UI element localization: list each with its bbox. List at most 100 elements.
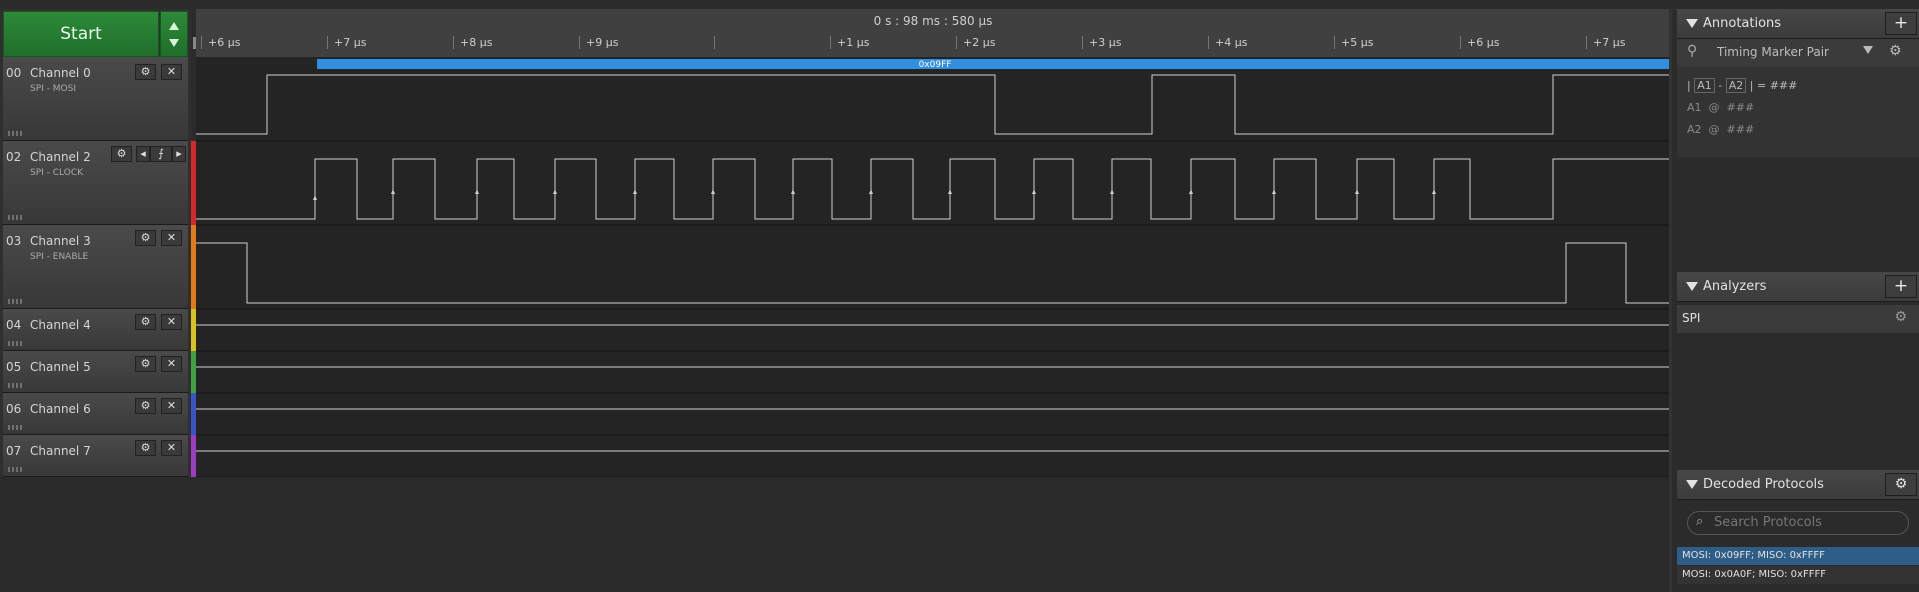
decoded-protocols-title: Decoded Protocols bbox=[1703, 477, 1824, 492]
channel-row-6[interactable]: 06 Channel 6 ⚙ ✕ bbox=[3, 393, 188, 435]
channel-row-4[interactable]: 04 Channel 4 ⚙ ✕ bbox=[3, 309, 188, 351]
channel-row-5[interactable]: 05 Channel 5 ⚙ ✕ bbox=[3, 351, 188, 393]
start-button[interactable]: Start bbox=[3, 11, 159, 57]
tick-mark bbox=[830, 36, 831, 49]
decoded-row[interactable]: MOSI: 0x0A0F; MISO: 0xFFFF bbox=[1677, 566, 1919, 584]
drag-handle-icon[interactable] bbox=[8, 215, 22, 220]
close-icon[interactable]: ✕ bbox=[161, 356, 182, 372]
channel-row-0[interactable]: 00 Channel 0 SPI - MOSI ⚙ ✕ bbox=[3, 57, 188, 141]
pin-icon[interactable]: ⚲ bbox=[1687, 43, 1697, 59]
gear-icon[interactable]: ⚙ bbox=[111, 146, 132, 162]
channel-name[interactable]: Channel 0 bbox=[30, 66, 91, 80]
delta-value: = ### bbox=[1756, 79, 1798, 92]
search-protocols-input[interactable] bbox=[1714, 515, 1894, 530]
minus: - bbox=[1718, 79, 1723, 92]
channel-number: 00 bbox=[6, 66, 22, 80]
channel-name[interactable]: Channel 3 bbox=[30, 234, 91, 248]
gear-icon[interactable]: ⚙ bbox=[135, 356, 156, 372]
annotations-header[interactable]: Annotations + bbox=[1677, 9, 1919, 39]
start-options-button[interactable] bbox=[160, 11, 188, 57]
gear-icon[interactable]: ⚙ bbox=[135, 230, 156, 246]
channel-row-7[interactable]: 07 Channel 7 ⚙ ✕ bbox=[3, 435, 188, 477]
gear-icon[interactable]: ⚙ bbox=[135, 440, 156, 456]
decoded-row-selected[interactable]: MOSI: 0x09FF; MISO: 0xFFFF bbox=[1677, 547, 1919, 565]
gear-icon[interactable]: ⚙ bbox=[135, 398, 156, 414]
channel-0-waveform bbox=[196, 74, 1670, 135]
a2-line: A2 @ ### bbox=[1687, 123, 1754, 136]
drag-handle-icon[interactable] bbox=[8, 467, 22, 472]
scroll-handle[interactable] bbox=[193, 37, 196, 49]
decoded-settings-button[interactable]: ⚙ bbox=[1885, 473, 1917, 496]
plus-icon: + bbox=[1893, 276, 1909, 296]
a1-chip[interactable]: A1 bbox=[1694, 78, 1715, 93]
channel-number: 05 bbox=[6, 360, 22, 374]
waveform-canvas[interactable]: 0x09FF bbox=[196, 57, 1673, 478]
decoded-protocols-header[interactable]: Decoded Protocols ⚙ bbox=[1677, 470, 1919, 500]
tick-label: +9 µs bbox=[586, 36, 619, 49]
close-icon[interactable]: ✕ bbox=[161, 398, 182, 414]
channel-name[interactable]: Channel 4 bbox=[30, 318, 91, 332]
empty-channel-area bbox=[0, 477, 1670, 592]
channel-name[interactable]: Channel 5 bbox=[30, 360, 91, 374]
add-analyzer-button[interactable]: + bbox=[1885, 275, 1917, 298]
bar-left: | bbox=[1687, 79, 1691, 92]
channel-analyzer-label: SPI - ENABLE bbox=[30, 252, 89, 262]
at-sign: @ bbox=[1708, 123, 1720, 136]
gear-icon[interactable]: ⚙ bbox=[1889, 43, 1902, 59]
channel-name[interactable]: Channel 7 bbox=[30, 444, 91, 458]
search-protocols-box[interactable]: ⌕ bbox=[1687, 511, 1909, 535]
close-icon[interactable]: ✕ bbox=[161, 230, 182, 246]
drag-handle-icon[interactable] bbox=[8, 383, 22, 388]
dropdown-arrow-icon[interactable] bbox=[1863, 46, 1873, 54]
trigger-next-icon[interactable]: ▸ bbox=[172, 146, 186, 162]
close-icon[interactable]: ✕ bbox=[161, 64, 182, 80]
time-ruler[interactable]: 0 s : 98 ms : 580 µs +6 µs +7 µs +8 µs +… bbox=[196, 9, 1670, 57]
timing-marker-pair-row[interactable]: ⚲ Timing Marker Pair ⚙ bbox=[1677, 39, 1919, 67]
gear-icon[interactable]: ⚙ bbox=[135, 64, 156, 80]
tick-mark bbox=[1460, 36, 1461, 49]
channel-analyzer-label: SPI - MOSI bbox=[30, 84, 76, 94]
a1-line: A1 @ ### bbox=[1687, 101, 1754, 114]
drag-handle-icon[interactable] bbox=[8, 425, 22, 430]
trigger-prev-icon[interactable]: ◂ bbox=[136, 146, 150, 162]
tick-label: +5 µs bbox=[1341, 36, 1374, 49]
tick-mark bbox=[579, 36, 580, 49]
collapse-arrow-icon[interactable] bbox=[1686, 480, 1698, 489]
timing-marker-pair-label: Timing Marker Pair bbox=[1717, 45, 1829, 59]
channel-number: 07 bbox=[6, 444, 22, 458]
collapse-arrow-icon[interactable] bbox=[1686, 19, 1698, 28]
channel-row-2[interactable]: 02 Channel 2 SPI - CLOCK ⚙ ◂ ⨍ ▸ bbox=[3, 141, 188, 225]
waveform-area[interactable]: 0x09FF bbox=[196, 57, 1673, 478]
collapse-arrow-icon[interactable] bbox=[1686, 282, 1698, 291]
close-icon[interactable]: ✕ bbox=[161, 440, 182, 456]
tick-label: +7 µs bbox=[1593, 36, 1626, 49]
add-annotation-button[interactable]: + bbox=[1885, 12, 1917, 35]
vertical-scrollbar[interactable] bbox=[1669, 9, 1672, 592]
tick-label: +4 µs bbox=[1215, 36, 1248, 49]
annotations-body: ⚲ Timing Marker Pair ⚙ | A1 - A2 | = ###… bbox=[1677, 39, 1919, 157]
gear-icon[interactable]: ⚙ bbox=[135, 314, 156, 330]
analyzer-item-spi[interactable]: SPI ⚙ bbox=[1677, 305, 1919, 333]
drag-handle-icon[interactable] bbox=[8, 299, 22, 304]
drag-handle-icon[interactable] bbox=[8, 131, 22, 136]
channel-number: 04 bbox=[6, 318, 22, 332]
close-icon[interactable]: ✕ bbox=[161, 314, 182, 330]
a2-value: ### bbox=[1726, 123, 1755, 136]
analyzers-header[interactable]: Analyzers + bbox=[1677, 272, 1919, 302]
down-arrow-icon bbox=[169, 39, 179, 47]
tick-mark bbox=[1334, 36, 1335, 49]
drag-handle-icon[interactable] bbox=[8, 341, 22, 346]
channel-2-waveform bbox=[196, 158, 1670, 220]
a2-chip[interactable]: A2 bbox=[1725, 78, 1747, 93]
tick-label: +1 µs bbox=[837, 36, 870, 49]
trigger-edge-icon[interactable]: ⨍ bbox=[150, 146, 172, 162]
at-sign: @ bbox=[1708, 101, 1720, 114]
decoded-frame-bar[interactable] bbox=[317, 59, 1673, 69]
channel-row-3[interactable]: 03 Channel 3 SPI - ENABLE ⚙ ✕ bbox=[3, 225, 188, 309]
tick-mark bbox=[201, 36, 202, 49]
gear-icon[interactable]: ⚙ bbox=[1894, 309, 1907, 325]
plus-icon: + bbox=[1893, 13, 1909, 33]
channel-name[interactable]: Channel 6 bbox=[30, 402, 91, 416]
channel-name[interactable]: Channel 2 bbox=[30, 150, 91, 164]
a2-label: A2 bbox=[1687, 123, 1702, 136]
